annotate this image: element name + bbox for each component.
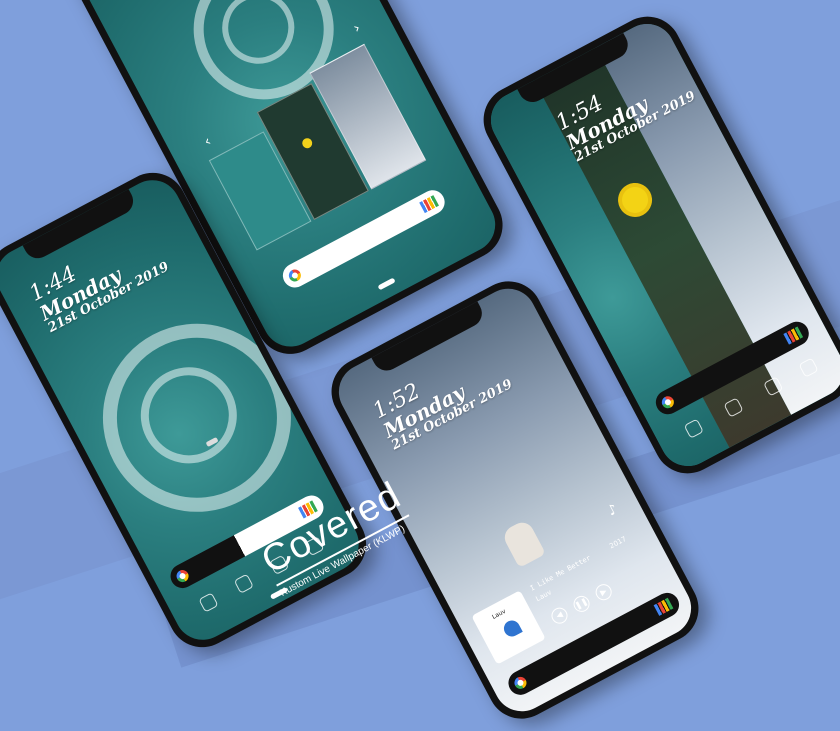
album-bird-icon bbox=[501, 617, 523, 640]
chevron-left-icon[interactable]: ‹ bbox=[201, 133, 213, 150]
mic-icon bbox=[653, 597, 674, 616]
astronaut bbox=[500, 518, 546, 568]
album-label: Lauv bbox=[491, 607, 508, 621]
pause-button[interactable]: ❚❚ bbox=[570, 593, 593, 615]
nav-pill[interactable] bbox=[377, 277, 396, 291]
mic-icon bbox=[783, 326, 804, 345]
album-art[interactable]: Lauv bbox=[471, 590, 546, 665]
mic-icon bbox=[419, 195, 439, 214]
music-note-icon: ♪ bbox=[605, 501, 621, 520]
track-year: 2017 bbox=[608, 534, 628, 551]
phone-icon[interactable] bbox=[198, 592, 219, 613]
chevron-right-icon[interactable]: › bbox=[351, 20, 363, 37]
track-title: I Like Me Better bbox=[528, 553, 593, 593]
track-artist: Lauv bbox=[534, 588, 554, 604]
google-icon bbox=[512, 674, 529, 691]
previous-button[interactable]: ◀ bbox=[548, 604, 571, 627]
next-button[interactable]: ▶ bbox=[592, 581, 615, 603]
google-icon bbox=[286, 267, 304, 284]
google-icon bbox=[174, 567, 191, 585]
flower-icon bbox=[617, 182, 653, 218]
google-icon bbox=[659, 394, 676, 411]
chrome-icon[interactable] bbox=[233, 573, 254, 594]
flower-icon bbox=[300, 136, 314, 150]
